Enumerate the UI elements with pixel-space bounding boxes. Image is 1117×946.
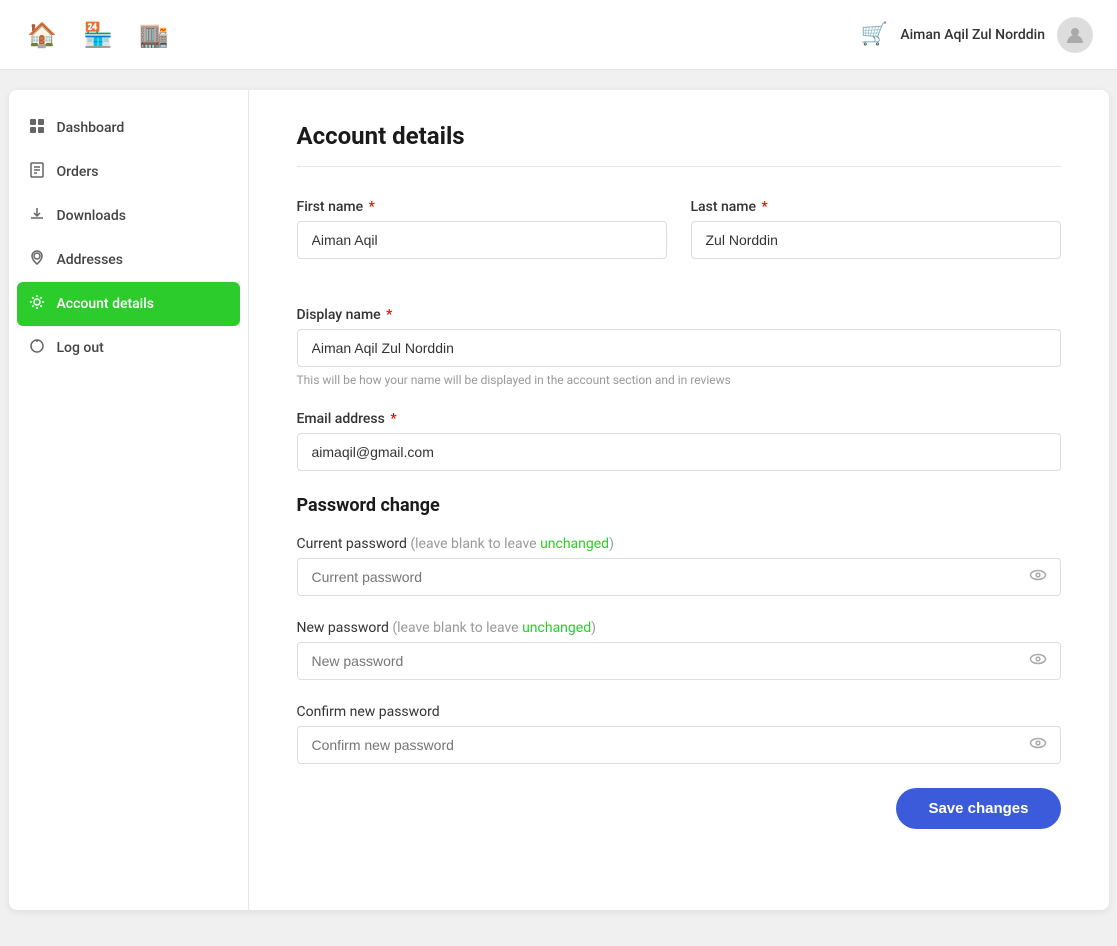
sidebar-item-downloads[interactable]: Downloads [9, 194, 248, 238]
confirm-password-label: Confirm new password [297, 704, 440, 720]
display-name-required: * [386, 307, 392, 323]
display-name-label: Display name * [297, 307, 1061, 323]
email-label: Email address * [297, 411, 1061, 427]
logout-icon [29, 338, 45, 358]
last-name-label: Last name * [691, 199, 1061, 215]
password-section: Password change Current password (leave … [297, 495, 1061, 764]
email-required: * [390, 411, 396, 427]
content-area: Account details First name * Last name * [249, 90, 1109, 910]
navbar-right: 🛒 Aiman Aqil Zul Norddin [861, 17, 1093, 53]
divider [297, 166, 1061, 167]
house-nav-icon[interactable]: 🏠 [24, 17, 60, 53]
account-details-icon [29, 294, 45, 314]
page-title: Account details [297, 122, 1061, 150]
display-name-hint: This will be how your name will be displ… [297, 373, 1061, 387]
sidebar-item-orders-label: Orders [57, 164, 99, 180]
sidebar-item-account-details[interactable]: Account details [17, 282, 240, 326]
downloads-icon [29, 206, 45, 226]
first-name-group: First name * [297, 199, 667, 259]
main-container: Dashboard Orders Downloads Addresses Acc… [9, 90, 1109, 910]
new-password-input[interactable] [297, 642, 1061, 680]
new-password-wrapper [297, 642, 1061, 680]
password-section-title: Password change [297, 495, 1061, 516]
navbar-left: 🏠 🏪 🏬 [24, 17, 172, 53]
sidebar: Dashboard Orders Downloads Addresses Acc… [9, 90, 249, 910]
first-name-required: * [369, 199, 375, 215]
last-name-group: Last name * [691, 199, 1061, 259]
confirm-password-wrapper [297, 726, 1061, 764]
sidebar-item-logout[interactable]: Log out [9, 326, 248, 370]
current-password-leave-blank: (leave blank to leave [410, 536, 540, 552]
sidebar-item-orders[interactable]: Orders [9, 150, 248, 194]
new-password-unchanged: unchanged [522, 620, 591, 636]
new-password-leave-blank: (leave blank to leave [392, 620, 522, 636]
current-password-input[interactable] [297, 558, 1061, 596]
current-password-wrapper [297, 558, 1061, 596]
addresses-icon [29, 250, 45, 270]
email-input[interactable] [297, 433, 1061, 471]
new-password-eye-icon[interactable] [1029, 650, 1047, 672]
sidebar-item-account-details-label: Account details [57, 296, 155, 312]
email-group: Email address * [297, 411, 1061, 471]
shop-nav-icon[interactable]: 🏬 [136, 17, 172, 53]
new-password-group: New password (leave blank to leave uncha… [297, 620, 1061, 680]
save-button[interactable]: Save changes [896, 788, 1060, 829]
confirm-password-input[interactable] [297, 726, 1061, 764]
new-password-close: ) [591, 620, 596, 636]
display-name-input[interactable] [297, 329, 1061, 367]
confirm-password-eye-icon[interactable] [1029, 734, 1047, 756]
confirm-password-group: Confirm new password [297, 704, 1061, 764]
avatar [1057, 17, 1093, 53]
sidebar-item-dashboard-label: Dashboard [57, 120, 125, 136]
first-name-label: First name * [297, 199, 667, 215]
new-password-label-row: New password (leave blank to leave uncha… [297, 620, 1061, 636]
new-password-label: New password [297, 620, 389, 636]
user-name: Aiman Aqil Zul Norddin [900, 27, 1045, 43]
name-row: First name * Last name * [297, 199, 1061, 283]
first-name-input[interactable] [297, 221, 667, 259]
last-name-required: * [761, 199, 767, 215]
sidebar-item-logout-label: Log out [57, 340, 104, 356]
dashboard-icon [29, 118, 45, 138]
current-password-unchanged: unchanged [540, 536, 609, 552]
store-nav-icon[interactable]: 🏪 [80, 17, 116, 53]
current-password-label-row: Current password (leave blank to leave u… [297, 536, 1061, 552]
confirm-password-label-row: Confirm new password [297, 704, 1061, 720]
last-name-input[interactable] [691, 221, 1061, 259]
current-password-label: Current password [297, 536, 407, 552]
current-password-close: ) [609, 536, 614, 552]
sidebar-item-addresses[interactable]: Addresses [9, 238, 248, 282]
display-name-group: Display name * This will be how your nam… [297, 307, 1061, 387]
current-password-group: Current password (leave blank to leave u… [297, 536, 1061, 596]
sidebar-item-downloads-label: Downloads [57, 208, 126, 224]
sidebar-item-dashboard[interactable]: Dashboard [9, 106, 248, 150]
cart-icon[interactable]: 🛒 [861, 22, 888, 47]
orders-icon [29, 162, 45, 182]
sidebar-item-addresses-label: Addresses [57, 252, 124, 268]
current-password-eye-icon[interactable] [1029, 566, 1047, 588]
navbar: 🏠 🏪 🏬 🛒 Aiman Aqil Zul Norddin [0, 0, 1117, 70]
